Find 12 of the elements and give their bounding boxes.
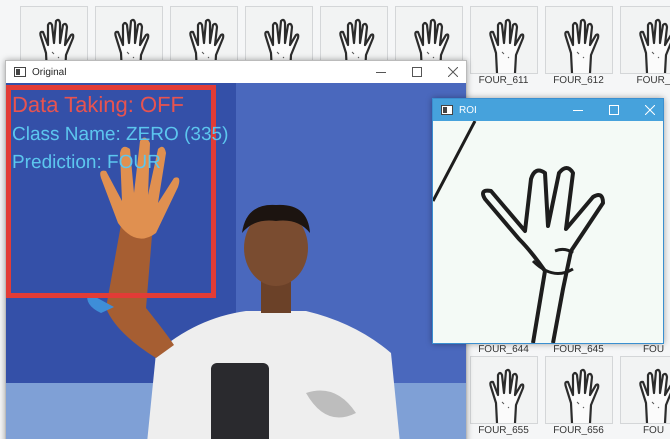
window-title: Original <box>32 66 68 78</box>
file-label[interactable]: FOU <box>642 425 664 437</box>
file-label[interactable]: FOUR_645 <box>553 344 604 356</box>
file-label[interactable]: FOUR_655 <box>478 425 529 437</box>
file-label[interactable]: FOUR_656 <box>553 425 604 437</box>
window-icon <box>14 67 26 77</box>
file-label[interactable]: FOUR_611 <box>478 75 528 87</box>
file-label[interactable]: FOUR_612 <box>553 75 604 87</box>
file-label[interactable]: FOU <box>642 344 664 356</box>
close-icon[interactable] <box>448 67 458 77</box>
maximize-icon[interactable] <box>412 67 422 77</box>
file-label[interactable]: FOUR_644 <box>478 344 529 356</box>
